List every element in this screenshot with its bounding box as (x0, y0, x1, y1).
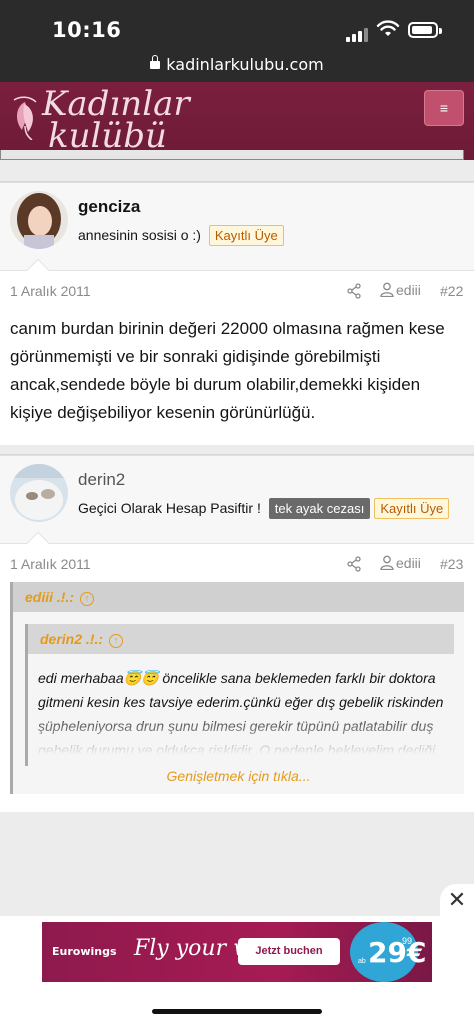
user-title-text: Geçici Olarak Hesap Pasiftir ! (78, 500, 261, 516)
post-message: canım burdan birinin değeri 22000 olması… (10, 319, 445, 422)
post-separator (0, 445, 474, 455)
share-icon[interactable] (346, 556, 362, 572)
ad-price-prefix: ab (358, 958, 366, 965)
user-icon (380, 555, 394, 571)
post-user-info: genciza annesinin sosisi o :) Kayıtlı Üy… (0, 183, 474, 282)
ad-price-cents: 99 (402, 936, 413, 946)
post-23: derin2 Geçici Olarak Hesap Pasiftir ! te… (0, 455, 474, 812)
share-icon[interactable] (346, 283, 362, 299)
quote-fade (28, 710, 454, 766)
jump-up-icon[interactable]: ↑ (80, 592, 94, 606)
site-header: Kadınlar kulübü ≡ (0, 82, 474, 160)
ad-brand: Eurowings (52, 945, 117, 958)
post-meta: 1 Aralık 2011 ediii #23 (0, 544, 474, 582)
post-separator (0, 160, 474, 182)
menu-button[interactable]: ≡ (424, 90, 464, 126)
post-user-title: Geçici Olarak Hesap Pasiftir ! tek ayak … (78, 498, 450, 519)
post-username[interactable]: genciza (78, 197, 140, 217)
quote-text: edi merhabaa😇😇 öncelikle sana beklemeden… (28, 654, 454, 766)
user-badge: Kayıtlı Üye (208, 225, 284, 246)
post-22: genciza annesinin sosisi o :) Kayıtlı Üy… (0, 182, 474, 445)
jump-up-icon[interactable]: ↑ (109, 634, 124, 648)
avatar[interactable] (10, 191, 68, 249)
smiley-icon: 😇😇 (123, 670, 159, 686)
lock-icon (150, 55, 161, 69)
post-meta: 1 Aralık 2011 ediii #22 (0, 271, 474, 309)
expand-quote-link[interactable]: Genişletmek için tıkla... (13, 766, 464, 794)
cellular-signal-icon (346, 24, 370, 42)
post-date[interactable]: 1 Aralık 2011 (10, 556, 91, 572)
ad-banner: Eurowings Fly your way Jetzt buchen ab 2… (0, 916, 474, 994)
quote-header[interactable]: ediii .!.: ↑ (13, 582, 464, 612)
address-bar[interactable]: kadinlarkulubu.com (0, 50, 474, 82)
quote-text-part: edi merhabaa (38, 670, 124, 686)
post-user-title: annesinin sosisi o :) Kayıtlı Üye (78, 225, 284, 246)
post-username[interactable]: derin2 (78, 470, 125, 490)
quote-author: ediii .!.: (25, 589, 74, 605)
user-badge: Kayıtlı Üye (374, 498, 450, 519)
ad-creative[interactable]: Eurowings Fly your way Jetzt buchen ab 2… (42, 922, 432, 982)
post-date[interactable]: 1 Aralık 2011 (10, 283, 91, 299)
nested-quote-block: derin2 .!.: ↑ edi merhabaa😇😇 öncelikle sa… (25, 624, 454, 766)
status-time: 10:16 (52, 18, 122, 42)
post-footer-space (0, 794, 474, 812)
post-number[interactable]: #23 (440, 556, 463, 572)
ad-price: 29€ (368, 936, 426, 969)
user-icon (380, 282, 394, 298)
post-number[interactable]: #22 (440, 283, 463, 299)
post-author: ediii (396, 282, 421, 298)
breadcrumb-strip (0, 150, 474, 160)
status-bar: 10:16 (0, 0, 474, 50)
close-icon: ✕ (447, 887, 467, 912)
wifi-icon (376, 20, 400, 36)
flower-logo-icon (13, 96, 37, 140)
home-indicator (0, 994, 474, 1024)
penalty-badge: tek ayak cezası (268, 498, 371, 519)
post-user-info: derin2 Geçici Olarak Hesap Pasiftir ! te… (0, 456, 474, 555)
user-title-text: annesinin sosisi o :) (78, 227, 201, 243)
post-author: ediii (396, 555, 421, 571)
close-ad-button[interactable]: ✕ (440, 884, 474, 916)
battery-icon (408, 22, 442, 38)
post-author-link[interactable]: ediii (380, 282, 421, 298)
thread-content: genciza annesinin sosisi o :) Kayıtlı Üy… (0, 160, 474, 812)
quote-block: ediii .!.: ↑ derin2 .!.: ↑ edi merhabaa😇😇 … (10, 582, 464, 794)
avatar[interactable] (10, 464, 68, 522)
ad-cta-button[interactable]: Jetzt buchen (238, 938, 340, 965)
nested-quote-header[interactable]: derin2 .!.: ↑ (28, 624, 454, 654)
nested-quote-author: derin2 .!.: (40, 631, 104, 647)
url-text: kadinlarkulubu.com (166, 55, 324, 74)
post-author-link[interactable]: ediii (380, 555, 421, 571)
hamburger-icon: ≡ (439, 100, 449, 116)
